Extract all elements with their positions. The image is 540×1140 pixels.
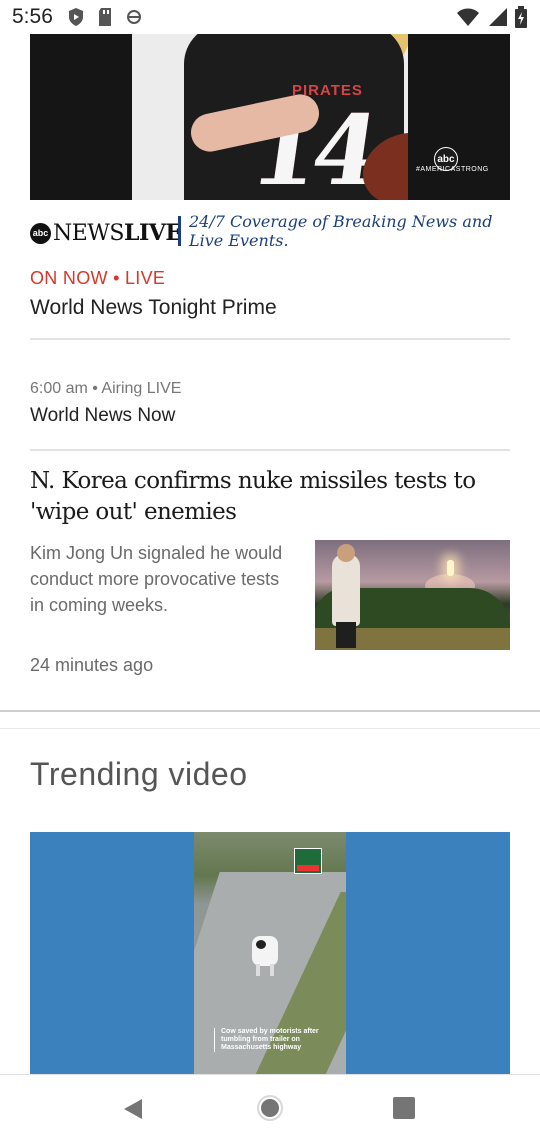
trending-video[interactable]: Cow saved by motorists after tumbling fr…: [30, 832, 510, 1074]
shield-play-icon: [68, 8, 83, 26]
hero-video-frame: PIRATES 14: [132, 34, 408, 200]
live-channel-banner[interactable]: abc NEWS LIVE 24/7 Coverage of Breaking …: [30, 212, 510, 258]
system-nav-bar: [0, 1074, 540, 1140]
status-bar: 5:56: [0, 0, 540, 34]
next-program-title[interactable]: World News Now: [30, 405, 175, 427]
channel-tagline: 24/7 Coverage of Breaking News and Live …: [189, 212, 493, 250]
wifi-icon: [457, 8, 479, 26]
status-time: 5:56: [12, 5, 53, 28]
story-headline[interactable]: N. Korea confirms nuke missiles tests to…: [30, 466, 500, 528]
video-cow-spot: [256, 940, 266, 949]
status-right-icons: [456, 6, 528, 28]
video-cow: [252, 936, 278, 966]
thumb-person-legs: [336, 622, 356, 648]
thumb-person-head: [337, 544, 355, 562]
story-timestamp: 24 minutes ago: [30, 655, 154, 675]
section-divider: [0, 728, 540, 729]
section-divider: [0, 710, 540, 712]
status-left-icons: [67, 7, 143, 27]
recents-icon[interactable]: [393, 1097, 415, 1119]
road-sign-closed: [297, 865, 319, 871]
video-cow-leg: [270, 964, 274, 976]
sd-card-icon: [98, 8, 111, 26]
abc-watermark-tag: #AMERICASTRONG: [416, 166, 489, 173]
divider: [30, 338, 510, 340]
video-cow-leg: [256, 964, 260, 976]
on-now-program-title[interactable]: World News Tonight Prime: [30, 296, 277, 320]
thumb-person: [332, 554, 360, 626]
next-program-time: 6:00 am • Airing LIVE: [30, 380, 182, 397]
hero-video[interactable]: PIRATES 14 abc #AMERICASTRONG: [30, 34, 510, 200]
thumb-missile: [447, 560, 454, 576]
trending-section-title: Trending video: [30, 756, 248, 792]
battery-icon: [515, 6, 527, 28]
brand-divider: [178, 216, 181, 246]
logo-news-text: NEWS: [53, 220, 125, 246]
back-icon[interactable]: [122, 1097, 146, 1121]
story-summary[interactable]: Kim Jong Un signaled he would conduct mo…: [30, 540, 295, 618]
divider: [30, 449, 510, 451]
home-icon[interactable]: [257, 1095, 283, 1121]
on-now-label: ON NOW • LIVE: [30, 268, 166, 288]
sync-icon: [126, 10, 141, 24]
story-thumbnail[interactable]: [315, 540, 510, 650]
signal-icon: [489, 8, 507, 26]
abc-news-live-logo: abc NEWS LIVE: [30, 220, 182, 246]
logo-live-text: LIVE: [124, 220, 182, 246]
abc-logo-icon: abc: [30, 222, 51, 244]
video-caption: Cow saved by motorists after tumbling fr…: [214, 1028, 324, 1052]
trending-video-frame: Cow saved by motorists after tumbling fr…: [194, 832, 346, 1074]
